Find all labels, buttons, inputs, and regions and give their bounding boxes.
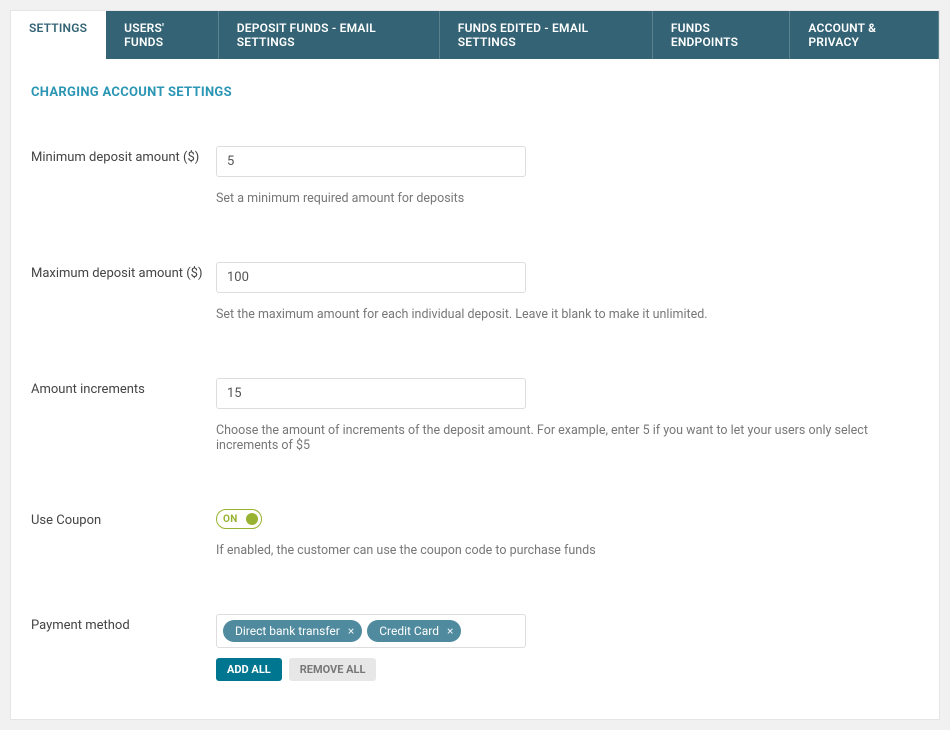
tab-account-privacy[interactable]: ACCOUNT & PRIVACY bbox=[790, 11, 939, 59]
label-payment-method: Payment method bbox=[31, 614, 216, 681]
tab-settings[interactable]: SETTINGS bbox=[11, 11, 106, 59]
payment-method-select[interactable]: Direct bank transfer × Credit Card × bbox=[216, 614, 526, 648]
label-max-deposit: Maximum deposit amount ($) bbox=[31, 262, 216, 322]
input-increments[interactable] bbox=[216, 378, 526, 409]
row-increments: Amount increments Choose the amount of i… bbox=[31, 378, 919, 453]
close-icon[interactable]: × bbox=[447, 625, 453, 637]
add-all-button[interactable]: ADD ALL bbox=[216, 658, 282, 681]
input-max-deposit[interactable] bbox=[216, 262, 526, 293]
label-increments: Amount increments bbox=[31, 378, 216, 453]
settings-panel: SETTINGS USERS' FUNDS DEPOSIT FUNDS - EM… bbox=[10, 10, 940, 720]
label-min-deposit: Minimum deposit amount ($) bbox=[31, 146, 216, 206]
help-max-deposit: Set the maximum amount for each individu… bbox=[216, 307, 919, 322]
row-max-deposit: Maximum deposit amount ($) Set the maxim… bbox=[31, 262, 919, 322]
section-title: CHARGING ACCOUNT SETTINGS bbox=[31, 85, 919, 100]
row-use-coupon: Use Coupon ON If enabled, the customer c… bbox=[31, 509, 919, 558]
toggle-use-coupon[interactable]: ON bbox=[216, 509, 262, 529]
tag-label: Credit Card bbox=[379, 624, 439, 638]
remove-all-button[interactable]: REMOVE ALL bbox=[289, 658, 377, 681]
close-icon[interactable]: × bbox=[348, 625, 354, 637]
toggle-state-text: ON bbox=[223, 514, 238, 525]
input-min-deposit[interactable] bbox=[216, 146, 526, 177]
tab-funds-edited-email[interactable]: FUNDS EDITED - EMAIL SETTINGS bbox=[440, 11, 653, 59]
row-min-deposit: Minimum deposit amount ($) Set a minimum… bbox=[31, 146, 919, 206]
tag-credit-card: Credit Card × bbox=[367, 620, 461, 642]
help-min-deposit: Set a minimum required amount for deposi… bbox=[216, 191, 919, 206]
row-payment-method: Payment method Direct bank transfer × Cr… bbox=[31, 614, 919, 681]
help-use-coupon: If enabled, the customer can use the cou… bbox=[216, 543, 919, 558]
tabs: SETTINGS USERS' FUNDS DEPOSIT FUNDS - EM… bbox=[11, 11, 939, 59]
payment-method-buttons: ADD ALL REMOVE ALL bbox=[216, 658, 919, 681]
tab-deposit-funds-email[interactable]: DEPOSIT FUNDS - EMAIL SETTINGS bbox=[219, 11, 440, 59]
label-use-coupon: Use Coupon bbox=[31, 509, 216, 558]
content: CHARGING ACCOUNT SETTINGS Minimum deposi… bbox=[11, 59, 939, 719]
toggle-knob bbox=[246, 513, 258, 525]
tag-label: Direct bank transfer bbox=[235, 624, 340, 638]
help-increments: Choose the amount of increments of the d… bbox=[216, 423, 919, 453]
tab-users-funds[interactable]: USERS' FUNDS bbox=[106, 11, 219, 59]
tab-funds-endpoints[interactable]: FUNDS ENDPOINTS bbox=[653, 11, 791, 59]
tag-direct-bank-transfer: Direct bank transfer × bbox=[223, 620, 362, 642]
